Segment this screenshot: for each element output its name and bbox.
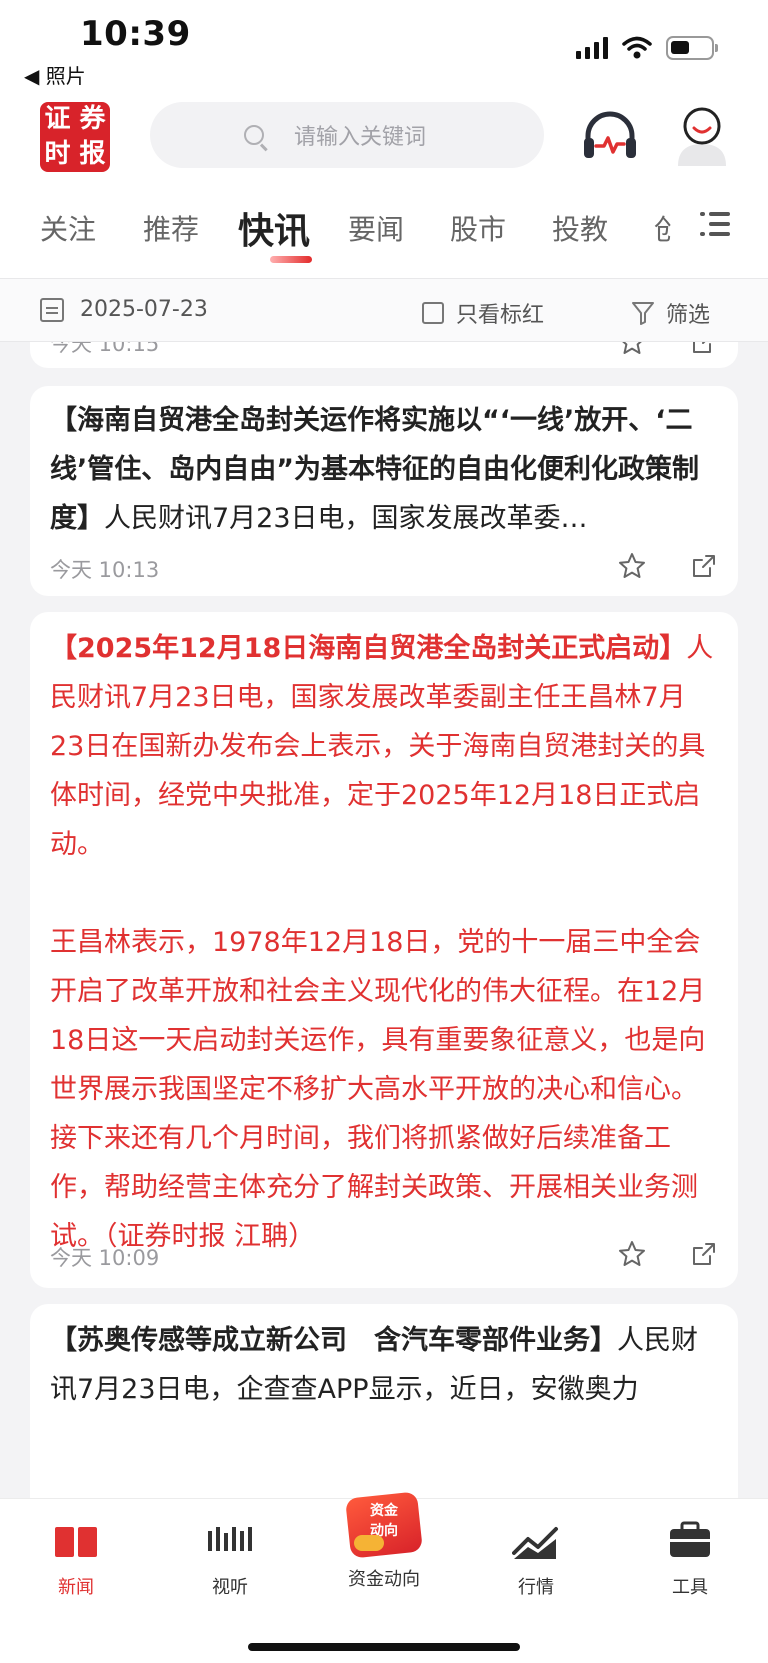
share-icon[interactable] [690, 552, 718, 580]
news-time: 今天 10:13 [50, 558, 160, 582]
news-icon [55, 1517, 97, 1561]
filter-bar: 2025-07-23 只看标红 筛选 [0, 278, 768, 342]
news-body: 【苏奥传感等成立新公司 含汽车零部件业务】人民财讯7月23日电，企查查APP显示… [50, 1316, 718, 1414]
app-header: 证 券 时 报 请输入关键词 [0, 90, 768, 190]
only-red-toggle[interactable]: 只看标红 [422, 297, 544, 329]
tab-partial[interactable]: 创 [654, 208, 672, 248]
status-time: 10:39 [80, 14, 191, 54]
channel-tabs: 关注 推荐 快讯 要闻 股市 投教 创 [0, 190, 768, 278]
news-headline: 【2025年12月18日海南自贸港全岛封关正式启动】 [50, 633, 687, 664]
back-to-app-link[interactable]: ◀ 照片 [24, 60, 86, 89]
tab-follow[interactable]: 关注 [40, 208, 96, 248]
tabbar-fund-flow[interactable]: 资金 动向 资金动向 [334, 1491, 434, 1591]
wifi-icon [622, 36, 652, 59]
tab-investor-education[interactable]: 投教 [552, 208, 608, 248]
logo-char: 券 [79, 104, 106, 134]
checkbox-icon [422, 302, 444, 324]
news-card[interactable]: 【海南自贸港全岛封关运作将实施以“‘一线’放开、‘二线’管住、岛内自由”为基本特… [30, 386, 738, 596]
news-card[interactable]: 今天 10:15 [30, 342, 738, 368]
search-icon [244, 125, 264, 145]
audio-bars-icon [206, 1517, 254, 1561]
fund-badge-text: 资金 [370, 1503, 398, 1519]
star-icon[interactable] [618, 552, 646, 580]
date-label: 2025-07-23 [80, 297, 208, 322]
news-text-paragraph: 王昌林表示，1978年12月18日，党的十一届三中全会开启了改革开放和社会主义现… [50, 927, 706, 1252]
filter-button[interactable]: 筛选 [632, 297, 710, 329]
tabbar-label: 资金动向 [348, 1569, 420, 1590]
funnel-icon [632, 302, 654, 325]
tab-recommend[interactable]: 推荐 [143, 208, 199, 248]
news-body: 【海南自贸港全岛封关运作将实施以“‘一线’放开、‘二线’管住、岛内自由”为基本特… [50, 396, 718, 543]
tabbar-label: 工具 [672, 1577, 708, 1598]
tab-headlines[interactable]: 要闻 [348, 208, 404, 248]
tabbar-market[interactable]: 行情 [486, 1517, 586, 1599]
news-text: 人民财讯7月23日电，国家发展改革委副主任王昌林7月23日在国新办发布会上表示，… [50, 633, 714, 860]
tabbar-tools[interactable]: 工具 [640, 1517, 740, 1599]
share-icon[interactable] [690, 342, 718, 356]
tabbar-label: 新闻 [58, 1577, 94, 1598]
news-text: 人民财讯7月23日电，国家发展改革委… [104, 503, 588, 534]
logo-char: 报 [79, 139, 106, 169]
tabbar-label: 视听 [212, 1577, 248, 1598]
tabbar-label: 行情 [518, 1577, 554, 1598]
home-indicator [248, 1643, 520, 1651]
tab-stocks[interactable]: 股市 [450, 208, 506, 248]
tab-menu-icon[interactable] [700, 210, 730, 238]
filter-label: 筛选 [666, 303, 711, 328]
star-icon[interactable] [618, 342, 646, 356]
user-avatar-icon[interactable] [672, 104, 732, 166]
news-body: 【2025年12月18日海南自贸港全岛封关正式启动】人民财讯7月23日电，国家发… [50, 624, 718, 1261]
fund-flow-badge-icon: 资金 动向 [345, 1491, 423, 1559]
news-time: 今天 10:09 [50, 1246, 160, 1270]
news-headline: 【苏奥传感等成立新公司 含汽车零部件业务】 [50, 1325, 617, 1356]
search-placeholder: 请输入关键词 [294, 125, 427, 150]
tabbar-news[interactable]: 新闻 [26, 1517, 126, 1599]
tabbar-media[interactable]: 视听 [180, 1517, 280, 1599]
active-tab-indicator [270, 256, 312, 263]
news-feed: 今天 10:15 【海南自贸港全岛封关运作将实施以“‘一线’放开、‘二线’管住、… [0, 342, 768, 1498]
status-icons [576, 36, 718, 60]
search-input[interactable]: 请输入关键词 [150, 102, 544, 168]
tab-flash-news[interactable]: 快讯 [238, 202, 310, 254]
news-card-highlighted[interactable]: 【2025年12月18日海南自贸港全岛封关正式启动】人民财讯7月23日电，国家发… [30, 612, 738, 1288]
star-icon[interactable] [618, 1240, 646, 1268]
battery-icon [666, 36, 718, 60]
chart-icon [512, 1517, 560, 1561]
cellular-signal-icon [576, 37, 608, 59]
app-logo[interactable]: 证 券 时 报 [40, 102, 110, 172]
calendar-icon [40, 297, 64, 322]
news-card[interactable]: 【苏奥传感等成立新公司 含汽车零部件业务】人民财讯7月23日电，企查查APP显示… [30, 1304, 738, 1498]
logo-char: 证 [44, 104, 71, 134]
share-icon[interactable] [690, 1240, 718, 1268]
news-time: 今天 10:15 [50, 342, 160, 356]
bottom-tab-bar: 新闻 视听 资金 动向 资金动向 行情 工具 [0, 1491, 768, 1663]
status-bar: 10:39 ◀ 照片 [0, 0, 768, 90]
headphones-icon[interactable] [582, 108, 638, 162]
only-red-label: 只看标红 [456, 303, 545, 328]
toolbox-icon [668, 1517, 712, 1561]
date-picker[interactable]: 2025-07-23 [40, 297, 208, 322]
logo-char: 时 [44, 139, 71, 169]
